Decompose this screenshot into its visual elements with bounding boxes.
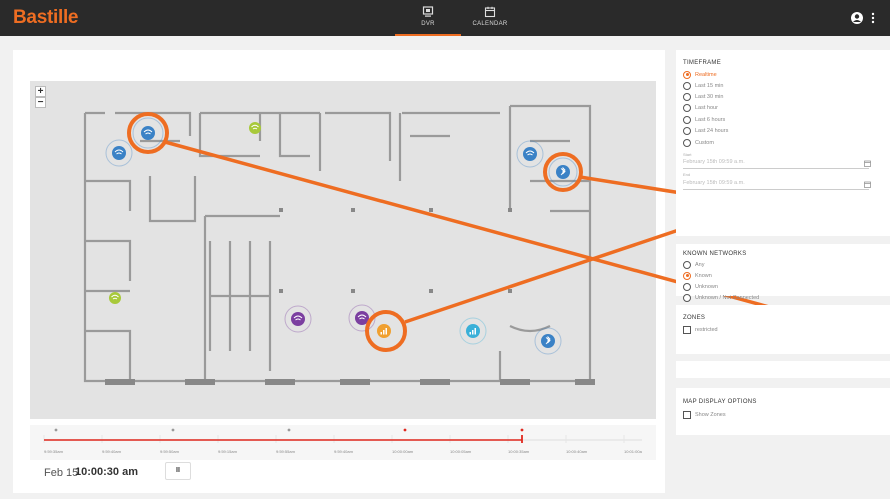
empty-panel [676, 361, 890, 378]
start-date-field[interactable]: February 15th 09:59 a.m. [683, 159, 745, 165]
checkbox[interactable] [683, 410, 691, 419]
option-label: Last 15 min [695, 82, 724, 89]
timeframe-option-custom[interactable]: Custom [683, 138, 714, 147]
playback-date: Feb 15 [44, 467, 79, 479]
timeframe-panel: TIMEFRAME Realtime Last 15 min Last 30 m… [676, 50, 890, 236]
timeline-track [43, 428, 642, 443]
option-label: Realtime [695, 71, 717, 78]
option-label: Any [695, 261, 705, 268]
timeframe-option-24hours[interactable]: Last 24 hours [683, 126, 728, 135]
radio-button[interactable] [683, 293, 691, 302]
timeframe-option-30min[interactable]: Last 30 min [683, 92, 723, 101]
network-option-known[interactable]: Known [683, 271, 712, 280]
known-networks-panel: KNOWN NETWORKS Any Known Unknown Unknown… [676, 244, 890, 302]
network-option-any[interactable]: Any [683, 260, 704, 269]
radio-button[interactable] [683, 271, 691, 280]
pause-button[interactable]: II [165, 462, 191, 480]
end-caption: End [683, 172, 691, 177]
more-vertical-icon[interactable] [870, 11, 876, 25]
radio-button[interactable] [683, 103, 691, 112]
tick-label: 9:59:40am [102, 449, 121, 454]
map-display-title: MAP DISPLAY OPTIONS [683, 399, 757, 405]
tick-label: 9:59:50am [160, 449, 179, 454]
zone-restricted[interactable]: restricted [683, 325, 718, 334]
radio-button[interactable] [683, 126, 691, 135]
tab-calendar-label: CALENDAR [472, 21, 508, 27]
calendar-icon [484, 6, 496, 18]
radio-button[interactable] [683, 115, 691, 124]
tick-label: 10:00:35am [508, 449, 530, 454]
tick-label: 10:00:05am [450, 449, 472, 454]
timeframe-title: TIMEFRAME [683, 60, 722, 66]
timeframe-option-realtime[interactable]: Realtime [683, 70, 717, 79]
end-date-field[interactable]: February 15th 09:59 a.m. [683, 180, 745, 186]
radio-button[interactable] [683, 260, 691, 269]
end-underline [683, 189, 869, 190]
option-label: Unknown / Not Connected [695, 294, 760, 301]
zone-label: restricted [695, 326, 718, 333]
option-label: Last 24 hours [695, 127, 729, 134]
floor-map[interactable]: + − [30, 81, 656, 419]
option-label: Known [695, 272, 712, 279]
calendar-icon[interactable] [864, 160, 871, 167]
network-option-unknown[interactable]: Unknown [683, 282, 718, 291]
tick-label: 10:00:40am [566, 449, 588, 454]
tick-label: 9:59:55am [276, 449, 295, 454]
timeframe-option-15min[interactable]: Last 15 min [683, 81, 723, 90]
option-label: Unknown [695, 283, 718, 290]
tick-label: 9:59:35am [44, 449, 63, 454]
playback-time: 10:00:30 am [75, 466, 138, 478]
start-underline [683, 168, 869, 169]
start-caption: Start [683, 152, 692, 157]
dvr-icon [422, 6, 434, 17]
calendar-icon[interactable] [864, 181, 871, 188]
option-label: Show Zones [695, 411, 726, 418]
brand-logo: Bastille [13, 7, 79, 28]
tab-calendar[interactable]: CALENDAR [457, 0, 523, 36]
zones-panel: ZONES restricted [676, 305, 890, 354]
tick-label: 9:59:40am [334, 449, 353, 454]
radio-button[interactable] [683, 70, 691, 79]
option-label: Last 6 hours [695, 116, 726, 123]
zoom-out-button[interactable]: − [35, 97, 46, 108]
zoom-in-button[interactable]: + [35, 86, 46, 97]
timeframe-option-6hours[interactable]: Last 6 hours [683, 115, 725, 124]
option-label: Last hour [695, 104, 718, 111]
tick-label: 10:01:00a [624, 449, 642, 454]
tick-label: 9:59:15am [218, 449, 237, 454]
option-label: Last 30 min [695, 93, 724, 100]
user-icon[interactable] [850, 11, 864, 25]
option-label: Custom [695, 139, 714, 146]
tab-dvr[interactable]: DVR [395, 0, 461, 36]
radio-button[interactable] [683, 81, 691, 90]
floor-plan [83, 104, 595, 385]
zones-title: ZONES [683, 315, 706, 321]
radio-button[interactable] [683, 138, 691, 147]
timeline[interactable]: 9:59:35am 9:59:40am 9:59:50am 9:59:15am … [30, 425, 656, 460]
tab-dvr-label: DVR [421, 21, 435, 27]
known-networks-title: KNOWN NETWORKS [683, 251, 747, 257]
tick-label: 10:00:00am [392, 449, 414, 454]
radio-button[interactable] [683, 92, 691, 101]
show-zones-option[interactable]: Show Zones [683, 410, 726, 419]
checkbox[interactable] [683, 325, 691, 334]
timeframe-option-hour[interactable]: Last hour [683, 103, 718, 112]
network-option-unknown-not-connected[interactable]: Unknown / Not Connected [683, 293, 759, 302]
radio-button[interactable] [683, 282, 691, 291]
map-display-options-panel: MAP DISPLAY OPTIONS Show Zones [676, 388, 890, 435]
top-bar: Bastille DVR CALENDAR [0, 0, 890, 36]
